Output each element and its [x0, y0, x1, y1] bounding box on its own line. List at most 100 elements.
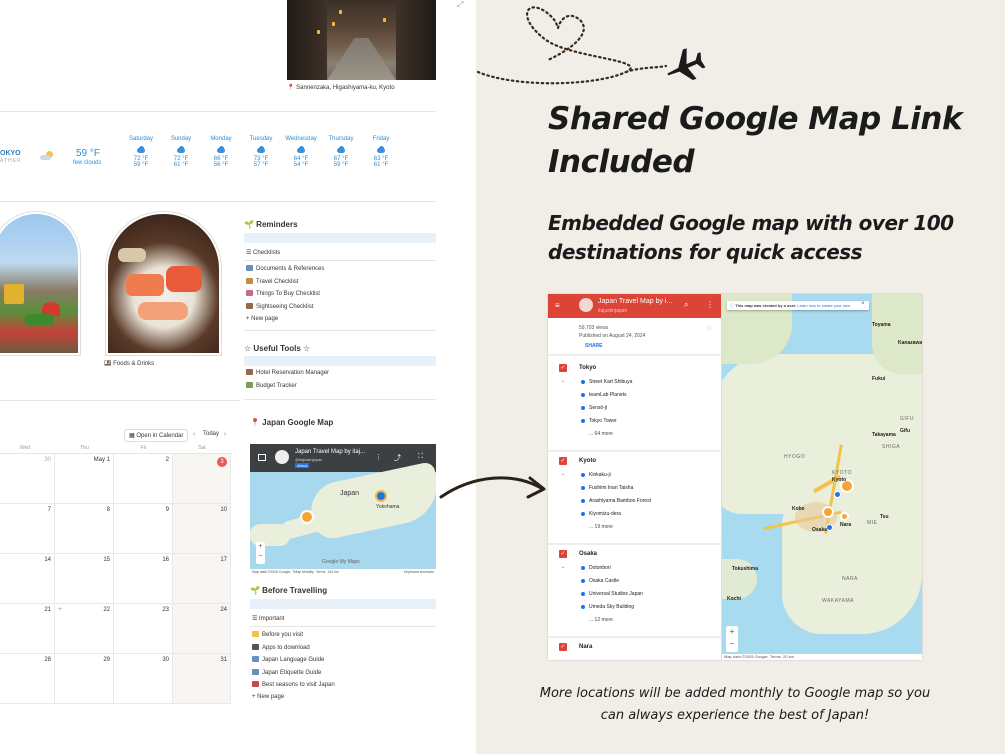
new-page-link[interactable]: + New page	[246, 316, 278, 322]
place-item[interactable]: teamLab Planets	[589, 392, 627, 398]
calendar-day-cell[interactable]: 2	[114, 454, 173, 504]
calendar-day-cell[interactable]: 31	[173, 654, 231, 704]
add-event-icon[interactable]: +	[58, 606, 62, 613]
japan-map-title: 📍 Japan Google Map	[250, 418, 334, 427]
place-item[interactable]: Arashiyama Bamboo Forest	[589, 498, 651, 504]
close-icon[interactable]: ×	[861, 301, 865, 307]
calendar-day-cell[interactable]: 14	[0, 554, 55, 604]
calendar-day-cell[interactable]: 9	[114, 504, 173, 554]
map-header-title: Japan Travel Map by itaj...	[295, 449, 366, 455]
star-icon[interactable]: ☆	[706, 324, 712, 332]
important-label[interactable]: ☰ Important	[252, 615, 284, 622]
layer-checkbox[interactable]: ✓	[559, 643, 567, 651]
before-item-label: Japan Etiquette Guide	[262, 669, 322, 676]
calendar-day-cell[interactable]: 10	[173, 504, 231, 554]
calendar-day-cell[interactable]: 21	[0, 604, 55, 654]
collapse-chevron-icon[interactable]: ⌄	[561, 378, 565, 384]
calendar-day-cell[interactable]: 16	[114, 554, 173, 604]
collapse-chevron-icon[interactable]: ⌄	[561, 564, 565, 570]
forecast-day: Sunday 72 °F 61 °F	[161, 136, 201, 168]
layer-checkbox[interactable]: ✓	[559, 550, 567, 558]
open-in-calendar-button[interactable]: ▦ Open in Calendar	[124, 429, 189, 442]
calendar-day-cell[interactable]: 7	[0, 504, 55, 554]
zoom-controls[interactable]: + −	[256, 542, 265, 564]
about-badge[interactable]: About	[295, 463, 310, 468]
weather-city: OKYO	[0, 150, 21, 157]
more-places-link[interactable]: ... 12 more	[589, 617, 613, 623]
more-places-link[interactable]: ... 64 more	[589, 431, 613, 437]
before-item[interactable]: Before you visit	[252, 631, 303, 638]
calendar-day-cell[interactable]: May 1	[55, 454, 114, 504]
place-item[interactable]: Universal Studios Japan	[589, 591, 643, 597]
next-month-button[interactable]: ›	[224, 431, 226, 438]
before-item[interactable]: Apps to download	[252, 643, 310, 651]
map-cluster-marker[interactable]	[822, 506, 834, 518]
search-icon[interactable]: ⌕	[684, 300, 688, 310]
kansai-map[interactable]: Kanazawa Toyama Fukui KYOTO Kyoto Kobe Osaka Na…	[722, 294, 922, 660]
map-cluster-marker[interactable]	[375, 490, 387, 502]
prev-month-button[interactable]: ‹	[193, 431, 195, 438]
today-button[interactable]: Today	[203, 431, 219, 437]
share-button[interactable]: SHARE	[585, 343, 603, 349]
place-item[interactable]: Fushimi Inari Taisha	[589, 485, 633, 491]
more-icon[interactable]: ⋮	[706, 300, 714, 309]
before-item[interactable]: Japan Etiquette Guide	[252, 668, 322, 676]
menu-icon[interactable]: ≡	[555, 301, 560, 310]
place-item[interactable]: Kinkaku-ji	[589, 472, 611, 478]
tool-item[interactable]: Budget Tracker	[246, 382, 297, 389]
place-pin-icon	[580, 591, 586, 597]
calendar-day-cell[interactable]: 15	[55, 554, 114, 604]
embedded-google-map[interactable]: Japan Travel Map by itaj... @itajustinja…	[250, 444, 436, 575]
calendar-day-cell[interactable]: 17	[173, 554, 231, 604]
place-item[interactable]: Sensō-ji	[589, 405, 607, 411]
before-item[interactable]: Best seasons to visit Japan	[252, 681, 335, 688]
expand-icon[interactable]: ⤢	[457, 0, 463, 10]
foods-caption[interactable]: 🍱 Foods & Drinks	[104, 360, 154, 367]
calendar-day-cell[interactable]: 30	[114, 654, 173, 704]
calendar-day-cell[interactable]: 28	[0, 654, 55, 704]
calendar-day-cell[interactable]: 22	[55, 604, 114, 654]
collapse-chevron-icon[interactable]: ⌄	[561, 471, 565, 477]
map-label: WAKAYAMA	[822, 598, 854, 604]
fullscreen-icon[interactable]: ⛶	[418, 453, 423, 461]
reminder-item[interactable]: Documents & References	[246, 265, 324, 272]
layer-checkbox[interactable]: ✓	[559, 364, 567, 372]
map-cluster-marker[interactable]	[840, 512, 849, 521]
place-pin-icon	[580, 392, 586, 398]
before-item[interactable]: Japan Language Guide	[252, 656, 324, 663]
place-pin-icon	[580, 604, 586, 610]
place-item[interactable]: Street Kart Shibuya	[589, 379, 632, 385]
calendar-day-cell[interactable]: 8	[55, 504, 114, 554]
map-pin[interactable]	[826, 524, 833, 531]
tools-title: ☆ Useful Tools ☆	[244, 344, 311, 353]
calendar-day-cell[interactable]: 30	[0, 454, 55, 504]
place-item[interactable]: Kiyomizu-dera	[589, 511, 621, 517]
checklists-label[interactable]: ☰ Checklists	[246, 249, 280, 256]
tool-item[interactable]: Hotel Reservation Manager	[246, 369, 329, 376]
place-item[interactable]: Dotonbori	[589, 565, 611, 571]
reminder-item[interactable]: Sightseeing Checklist	[246, 302, 313, 310]
divider	[548, 543, 721, 545]
learn-more-link[interactable]: Learn how to create your own.	[797, 303, 851, 308]
calendar-day-cell[interactable]: 29	[55, 654, 114, 704]
map-label: NARA	[842, 576, 858, 582]
place-item[interactable]: Tokyo Tower	[589, 418, 617, 424]
place-item[interactable]: Umeda Sky Building	[589, 604, 634, 610]
calendar-day-cell[interactable]: 24	[173, 604, 231, 654]
map-pin[interactable]	[834, 491, 841, 498]
maps-title: Japan Travel Map by i...	[598, 298, 673, 305]
reminder-item[interactable]: Travel Checklist	[246, 277, 298, 285]
zoom-controls[interactable]: + −	[726, 626, 738, 652]
layer-name: Nara	[579, 644, 593, 650]
calendar-day-cell[interactable]: 3	[173, 454, 231, 504]
map-cluster-marker[interactable]	[300, 510, 314, 524]
layer-checkbox[interactable]: ✓	[559, 457, 567, 465]
sidebar-toggle-icon[interactable]	[258, 454, 266, 461]
more-places-link[interactable]: ... 19 more	[589, 524, 613, 530]
share-icon[interactable]: ⤴	[394, 453, 401, 463]
new-page-link[interactable]: + New page	[252, 694, 284, 700]
calendar-day-cell[interactable]: 23	[114, 604, 173, 654]
more-icon[interactable]: ⋮	[375, 453, 382, 461]
reminder-item[interactable]: Things To Buy Checklist	[246, 290, 320, 297]
place-item[interactable]: Osaka Castle	[589, 578, 619, 584]
